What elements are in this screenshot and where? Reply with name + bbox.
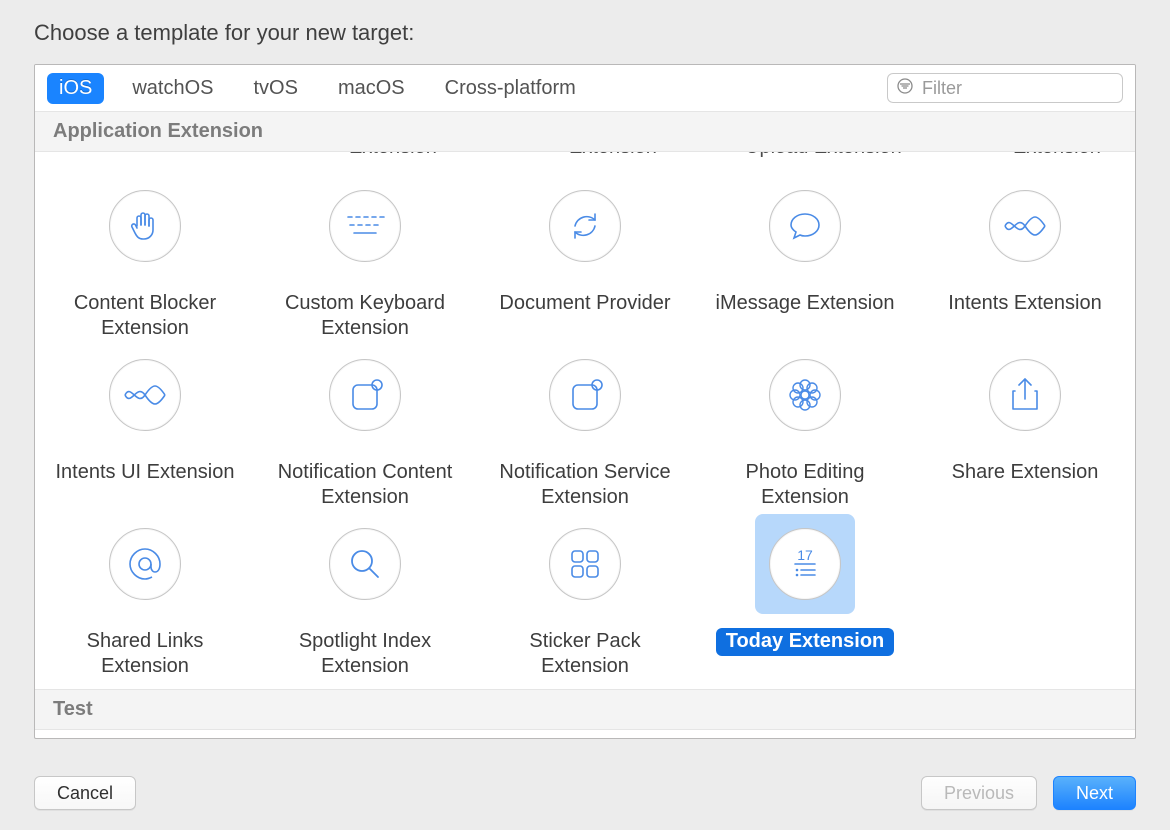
template-share[interactable]: Share Extension bbox=[915, 345, 1135, 514]
template-label: Notification Service Extension bbox=[481, 459, 689, 512]
calendar-list-icon: 17 bbox=[769, 528, 841, 600]
template-label: iMessage Extension bbox=[706, 290, 905, 318]
template-empty-slot bbox=[915, 514, 1135, 683]
previous-button[interactable]: Previous bbox=[921, 776, 1037, 810]
tab-watchos[interactable]: watchOS bbox=[120, 73, 225, 104]
keyboard-icon bbox=[329, 190, 401, 262]
template-label: Notification Content Extension bbox=[261, 459, 469, 512]
hand-icon bbox=[109, 190, 181, 262]
page-title: Choose a template for your new target: bbox=[34, 20, 414, 46]
at-sign-icon bbox=[109, 528, 181, 600]
templates-grid: Content Blocker Extension Custom Keyboar… bbox=[35, 166, 1135, 683]
template-label: Content Blocker Extension bbox=[41, 290, 249, 343]
sync-arrows-icon bbox=[549, 190, 621, 262]
template-notification-service[interactable]: Notification Service Extension bbox=[475, 345, 695, 514]
siri-waves-icon bbox=[109, 359, 181, 431]
template-spotlight[interactable]: Spotlight Index Extension bbox=[255, 514, 475, 683]
siri-waves-icon bbox=[989, 190, 1061, 262]
clipped-previous-row: Extension Extension Upload Extension Ext… bbox=[35, 152, 1135, 166]
share-icon bbox=[989, 359, 1061, 431]
platform-tabs: iOS watchOS tvOS macOS Cross-platform bbox=[35, 65, 1135, 111]
template-custom-keyboard[interactable]: Custom Keyboard Extension bbox=[255, 176, 475, 345]
template-sticker-pack[interactable]: Sticker Pack Extension bbox=[475, 514, 695, 683]
template-label: Share Extension bbox=[942, 459, 1109, 487]
cancel-button[interactable]: Cancel bbox=[34, 776, 136, 810]
filter-input[interactable] bbox=[920, 77, 1136, 100]
footer-buttons: Cancel Previous Next bbox=[34, 776, 1136, 812]
tab-macos[interactable]: macOS bbox=[326, 73, 417, 104]
templates-panel: iOS watchOS tvOS macOS Cross-platform Ap… bbox=[34, 64, 1136, 739]
flower-icon bbox=[769, 359, 841, 431]
template-imessage[interactable]: iMessage Extension bbox=[695, 176, 915, 345]
stickers-grid-icon bbox=[549, 528, 621, 600]
template-label: Intents UI Extension bbox=[46, 459, 245, 487]
ghost-label-2: Extension bbox=[569, 152, 657, 159]
tab-cross-platform[interactable]: Cross-platform bbox=[433, 73, 588, 104]
templates-scrollview[interactable]: Application Extension Extension Extensio… bbox=[35, 111, 1135, 738]
template-chooser-window: Choose a template for your new target: i… bbox=[0, 0, 1170, 830]
template-today[interactable]: 17 Today Extension bbox=[695, 514, 915, 683]
template-document-provider[interactable]: Document Provider bbox=[475, 176, 695, 345]
template-label: Custom Keyboard Extension bbox=[261, 290, 469, 343]
template-label: Today Extension bbox=[716, 628, 895, 656]
svg-text:17: 17 bbox=[797, 547, 813, 563]
template-notification-content[interactable]: Notification Content Extension bbox=[255, 345, 475, 514]
template-intents[interactable]: Intents Extension bbox=[915, 176, 1135, 345]
template-content-blocker[interactable]: Content Blocker Extension bbox=[35, 176, 255, 345]
ghost-label-4: Extension bbox=[1013, 152, 1101, 159]
section-application-extension: Application Extension bbox=[35, 111, 1135, 152]
tab-tvos[interactable]: tvOS bbox=[242, 73, 310, 104]
template-shared-links[interactable]: Shared Links Extension bbox=[35, 514, 255, 683]
section-test: Test bbox=[35, 689, 1135, 730]
template-label: Document Provider bbox=[489, 290, 680, 318]
template-label: Shared Links Extension bbox=[41, 628, 249, 681]
template-label: Photo Editing Extension bbox=[701, 459, 909, 512]
chat-bubble-icon bbox=[769, 190, 841, 262]
notification-badge-icon bbox=[329, 359, 401, 431]
template-label: Sticker Pack Extension bbox=[481, 628, 689, 681]
template-photo-editing[interactable]: Photo Editing Extension bbox=[695, 345, 915, 514]
template-label: Intents Extension bbox=[938, 290, 1111, 318]
ghost-label-3: Upload Extension bbox=[745, 152, 902, 159]
notification-badge-icon bbox=[549, 359, 621, 431]
filter-icon bbox=[896, 77, 914, 100]
template-intents-ui[interactable]: Intents UI Extension bbox=[35, 345, 255, 514]
ghost-label-1: Extension bbox=[349, 152, 437, 159]
template-label: Spotlight Index Extension bbox=[261, 628, 469, 681]
filter-field[interactable] bbox=[887, 73, 1123, 103]
next-button[interactable]: Next bbox=[1053, 776, 1136, 810]
selection-highlight: 17 bbox=[755, 514, 855, 614]
tab-ios[interactable]: iOS bbox=[47, 73, 104, 104]
magnifier-icon bbox=[329, 528, 401, 600]
